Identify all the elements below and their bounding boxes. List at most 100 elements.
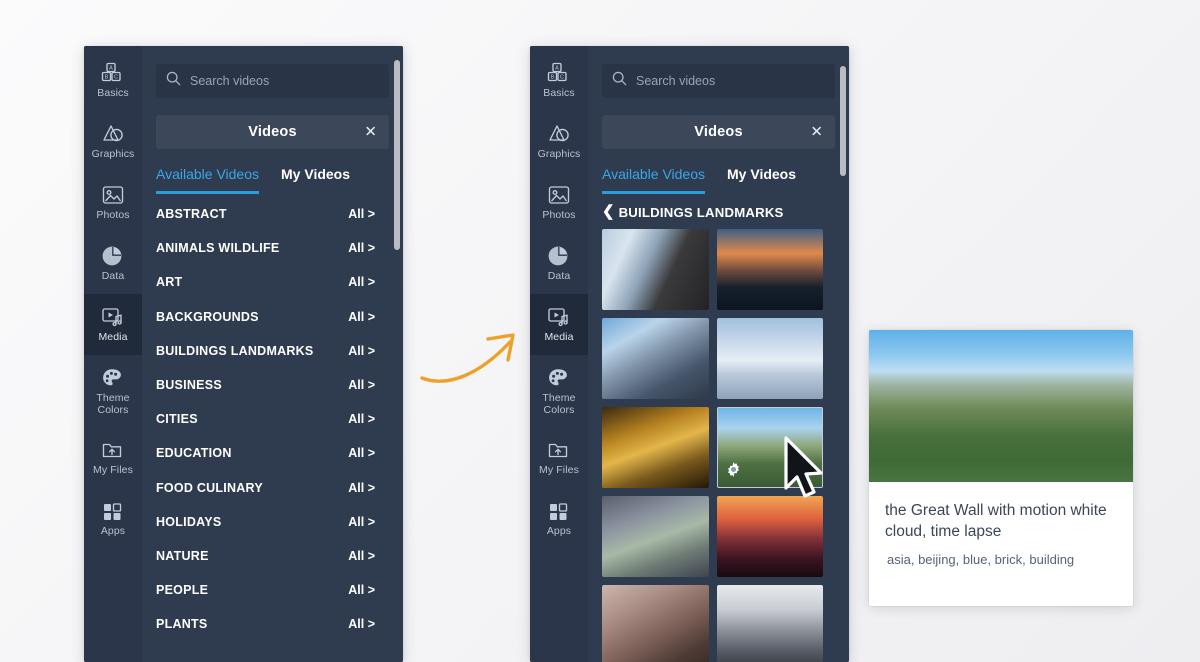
search-icon <box>612 71 627 91</box>
scrollbar-thumb[interactable] <box>840 66 846 176</box>
sidebar-item-label: Apps <box>100 525 126 538</box>
category-row[interactable]: FOOD CULINARY All > <box>156 471 389 505</box>
category-row[interactable]: PEOPLE All > <box>156 573 389 607</box>
filter-chip-label: Videos <box>248 124 297 140</box>
sidebar-item-theme-colors[interactable]: Theme Colors <box>530 355 588 427</box>
sidebar-item-graphics[interactable]: Graphics <box>84 111 142 172</box>
sidebar-item-apps[interactable]: Apps <box>530 488 588 549</box>
sidebar-item-photos[interactable]: Photos <box>530 172 588 233</box>
sidebar-item-data[interactable]: Data <box>84 233 142 294</box>
filter-chip-videos[interactable]: Videos ✕ <box>156 115 389 149</box>
tab-my-videos[interactable]: My Videos <box>727 166 796 194</box>
chevron-left-icon[interactable]: ❮ <box>602 204 615 219</box>
category-all-link[interactable]: All > <box>348 412 375 426</box>
preview-card-tags: asia, beijing, blue, brick, building <box>887 552 1075 567</box>
media-icon <box>100 305 126 329</box>
grid-apps-icon <box>100 499 126 523</box>
category-row[interactable]: ART All > <box>156 265 389 299</box>
panel-content-right: Search videos Videos ✕ Available Videos … <box>588 46 849 662</box>
vatican-sunset-thumb[interactable] <box>716 496 823 577</box>
sidebar-item-basics[interactable]: A B C Basics <box>530 50 588 111</box>
category-name: BUILDINGS LANDMARKS <box>156 343 314 358</box>
palette-icon <box>100 366 126 390</box>
sidebar-item-label: Photos <box>542 209 576 222</box>
tab-available-videos[interactable]: Available Videos <box>156 166 260 194</box>
category-all-link[interactable]: All > <box>348 515 375 529</box>
category-row[interactable]: NATURE All > <box>156 539 389 573</box>
category-row[interactable]: BUILDINGS LANDMARKS All > <box>156 334 389 368</box>
sidebar-item-apps[interactable]: Apps <box>84 488 142 549</box>
category-all-link[interactable]: All > <box>348 344 375 358</box>
category-name: BACKGROUNDS <box>156 309 259 324</box>
category-all-link[interactable]: All > <box>348 549 375 563</box>
search-input-right[interactable]: Search videos <box>602 64 835 98</box>
glass-pyramid-thumb[interactable] <box>602 318 709 399</box>
media-panel-before: A B C Basics Graphics Photos Data Media T… <box>84 46 403 662</box>
category-all-link[interactable]: All > <box>348 275 375 289</box>
palace-gate-thumb[interactable] <box>716 585 823 662</box>
sidebar-item-basics[interactable]: A B C Basics <box>84 50 142 111</box>
sidebar-item-label: Graphics <box>91 148 135 161</box>
sidebar-item-label: Media <box>98 331 128 344</box>
category-all-link[interactable]: All > <box>348 617 375 631</box>
category-name: HOLIDAYS <box>156 514 222 529</box>
tab-my-videos[interactable]: My Videos <box>281 166 350 194</box>
category-all-link[interactable]: All > <box>348 310 375 324</box>
close-icon[interactable]: ✕ <box>364 125 377 140</box>
category-row[interactable]: EDUCATION All > <box>156 436 389 470</box>
scrollbar-thumb[interactable] <box>394 60 400 250</box>
category-list: ABSTRACT All > ANIMALS WILDLIFE All > ART All… <box>156 197 389 662</box>
media-panel-after: A B C Basics Graphics Photos Data Media T… <box>530 46 849 662</box>
filter-chip-videos-right[interactable]: Videos ✕ <box>602 115 835 149</box>
category-name: CITIES <box>156 412 198 427</box>
tab-available-videos[interactable]: Available Videos <box>602 166 706 194</box>
sidebar-item-media[interactable]: Media <box>530 294 588 355</box>
category-row[interactable]: ABSTRACT All > <box>156 197 389 231</box>
category-all-link[interactable]: All > <box>348 446 375 460</box>
search-input[interactable]: Search videos <box>156 64 389 98</box>
category-all-link[interactable]: All > <box>348 583 375 597</box>
category-all-link[interactable]: All > <box>348 378 375 392</box>
stone-columns-thumb[interactable] <box>602 585 709 662</box>
pie-chart-icon <box>546 244 572 268</box>
category-row[interactable]: ANIMALS WILDLIFE All > <box>156 231 389 265</box>
triumph-arch-night-thumb[interactable] <box>602 407 709 488</box>
tab-bar-left: Available Videos My Videos <box>156 166 389 194</box>
category-all-link[interactable]: All > <box>348 207 375 221</box>
gear-icon[interactable] <box>725 461 742 478</box>
category-name: BUSINESS <box>156 378 222 393</box>
sidebar-item-my-files[interactable]: My Files <box>530 427 588 488</box>
category-all-link[interactable]: All > <box>348 241 375 255</box>
category-row[interactable]: BACKGROUNDS All > <box>156 300 389 334</box>
category-row[interactable]: PLANTS All > <box>156 607 389 641</box>
city-skyline-dusk-thumb[interactable] <box>716 229 823 310</box>
category-row[interactable]: CITIES All > <box>156 402 389 436</box>
sidebar-item-graphics[interactable]: Graphics <box>530 111 588 172</box>
toronto-skyline-thumb[interactable] <box>716 318 823 399</box>
close-icon[interactable]: ✕ <box>810 125 823 140</box>
category-row[interactable]: HOLIDAYS All > <box>156 505 389 539</box>
sidebar-rail-right: A B C Basics Graphics Photos Data Media T… <box>530 46 588 662</box>
cloud-monument-thumb[interactable] <box>602 229 709 310</box>
panel-content-left: Search videos Videos ✕ Available Videos … <box>142 46 403 662</box>
great-wall-thumb[interactable] <box>716 407 823 488</box>
category-name: EDUCATION <box>156 446 232 461</box>
scrollbar-thumbnail-grid[interactable] <box>840 60 846 660</box>
sidebar-item-media[interactable]: Media <box>84 294 142 355</box>
statue-of-liberty-thumb[interactable] <box>602 496 709 577</box>
svg-text:A: A <box>109 66 113 72</box>
breadcrumb[interactable]: ❮ BUILDINGS LANDMARKS <box>602 201 835 223</box>
scrollbar-category-list[interactable] <box>394 60 400 660</box>
sidebar-item-label: Basics <box>97 87 129 100</box>
screenshot-stage: A B C Basics Graphics Photos Data Media T… <box>0 0 1200 662</box>
sidebar-item-data[interactable]: Data <box>530 233 588 294</box>
category-all-link[interactable]: All > <box>348 481 375 495</box>
blocks-icon: A B C <box>100 61 126 85</box>
media-icon <box>546 305 572 329</box>
picture-icon <box>100 183 126 207</box>
sidebar-item-theme-colors[interactable]: Theme Colors <box>84 355 142 427</box>
sidebar-item-photos[interactable]: Photos <box>84 172 142 233</box>
svg-text:C: C <box>560 75 564 81</box>
sidebar-item-my-files[interactable]: My Files <box>84 427 142 488</box>
category-row[interactable]: BUSINESS All > <box>156 368 389 402</box>
